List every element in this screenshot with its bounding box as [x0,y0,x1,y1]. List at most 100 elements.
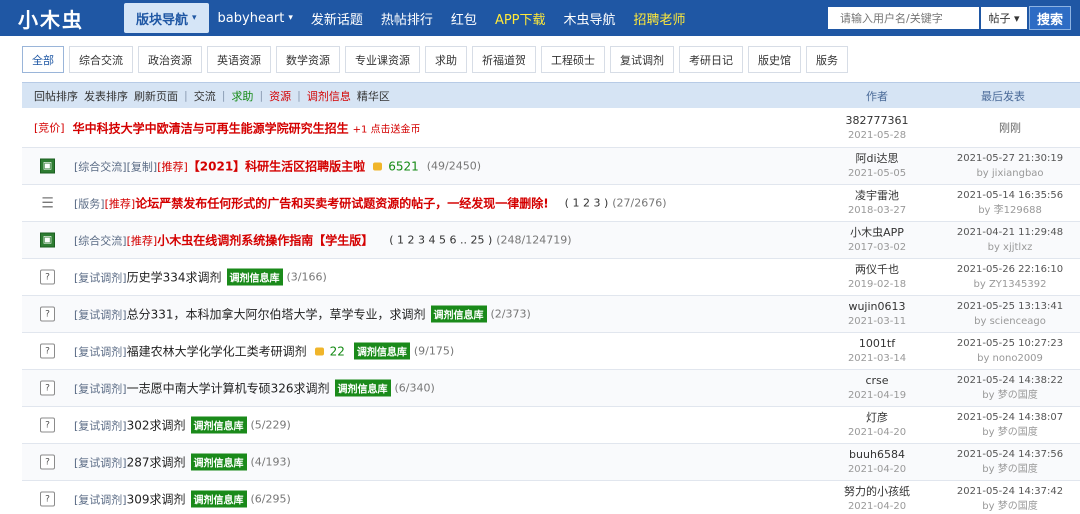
thread-row[interactable]: ? [复试调剂] 福建农林大学化学化工类考研调剂 22 调剂信息库 (9/175) 1001… [22,333,1080,370]
category-tag[interactable]: [复试调剂] [74,491,127,507]
search-type-select[interactable]: 帖子 ▾ [981,7,1027,29]
category-tab[interactable]: 求助 [425,46,467,73]
last-post-user[interactable]: by scienceago [942,314,1078,329]
category-tag[interactable]: [复试调剂] [74,417,127,433]
last-post-time[interactable]: 2021-05-14 16:35:56 [942,188,1078,203]
last-post-time[interactable]: 2021-05-25 13:13:41 [942,299,1078,314]
last-post-user[interactable]: by ZY1345392 [942,277,1078,292]
last-post-user[interactable]: by 梦の国度 [942,425,1078,440]
category-tab[interactable]: 数学资源 [276,46,340,73]
nav-item[interactable]: 木虫导航 [555,0,625,36]
thread-title[interactable]: 小木虫在线调剂系统操作指南【学生版】 [157,232,373,249]
last-post-user[interactable]: by 梦の国度 [942,388,1078,403]
category-tab[interactable]: 政治资源 [138,46,202,73]
thread-title[interactable]: 福建农林大学化学化工类考研调剂 [127,343,307,360]
author-name[interactable]: wujin0613 [812,299,942,314]
last-post-time[interactable]: 2021-05-24 14:38:07 [942,410,1078,425]
category-tab[interactable]: 考研日记 [679,46,743,73]
category-tag[interactable]: [复试调剂] [74,454,127,470]
tiaoji-badge[interactable]: 调剂信息库 [190,453,247,471]
last-post-user[interactable]: by xjjtlxz [942,240,1078,255]
thread-title[interactable]: 历史学334求调剂 [127,269,222,286]
thread-row[interactable]: ? [复试调剂] 287求调剂 调剂信息库 (4/193) buuh6584 2021-04… [22,444,1080,481]
tiaoji-badge[interactable]: 调剂信息库 [226,268,283,286]
thread-row[interactable]: ? [复试调剂] 309求调剂 调剂信息库 (6/295) 努力的小孩纸 2021-04-2… [22,481,1080,514]
last-post-time[interactable]: 2021-05-24 14:38:22 [942,373,1078,388]
filter-ziyuan[interactable]: 资源 [269,88,291,104]
author-name[interactable]: 凌宇雷池 [812,188,942,203]
author-name[interactable]: crse [812,373,942,388]
promo-extra[interactable]: +1 点击送金币 [353,120,421,135]
search-input[interactable] [828,7,979,29]
last-post-time[interactable]: 2021-05-24 14:37:42 [942,484,1078,499]
last-post-time[interactable]: 2021-05-27 21:30:19 [942,151,1078,166]
filter-tiaoji[interactable]: 调剂信息 [307,88,351,104]
thread-title[interactable]: 一志愿中南大学计算机专硕326求调剂 [127,380,330,397]
thread-row[interactable]: ? [复试调剂] 一志愿中南大学计算机专硕326求调剂 调剂信息库 (6/340) crs… [22,370,1080,407]
filter-qiuzhu[interactable]: 求助 [231,88,253,104]
thread-title[interactable]: 309求调剂 [127,491,186,508]
thread-title[interactable]: 论坛严禁发布任何形式的广告和买卖考研试题资源的帖子，一经发现一律删除! [135,195,548,212]
author-name[interactable]: 努力的小孩纸 [812,484,942,499]
thread-title[interactable]: 华中科技大学中欧清洁与可再生能源学院研究生招生 [73,119,349,136]
thread-title[interactable]: 总分331，本科加拿大阿尔伯塔大学，草学专业，求调剂 [127,306,426,323]
category-tag[interactable]: [综合交流] [74,232,127,248]
tiaoji-badge[interactable]: 调剂信息库 [190,416,247,434]
last-post-time[interactable]: 2021-04-21 11:29:48 [942,225,1078,240]
thread-row[interactable]: ? [复试调剂] 302求调剂 调剂信息库 (5/229) 灯彦 2021-04-20 202… [22,407,1080,444]
category-tab[interactable]: 综合交流 [69,46,133,73]
last-post-user[interactable]: by 李129688 [942,203,1078,218]
category-tag[interactable]: [版务] [74,195,105,211]
category-tab[interactable]: 版务 [806,46,848,73]
sort-by-post[interactable]: 发表排序 [84,88,128,104]
category-tab[interactable]: 工程硕士 [541,46,605,73]
filter-jiaoliu[interactable]: 交流 [194,88,216,104]
thread-row[interactable]: ? [复试调剂] 总分331，本科加拿大阿尔伯塔大学，草学专业，求调剂 调剂信息库 (2… [22,296,1080,333]
thread-row[interactable]: ▣ [综合交流] [推荐] 小木虫在线调剂系统操作指南【学生版】 ( 1 2 3 4 5… [22,222,1080,259]
category-tag[interactable]: [复试调剂] [74,306,127,322]
last-post-user[interactable]: by nono2009 [942,351,1078,366]
page-links[interactable]: ( 1 2 3 4 5 6 .. 25 ) [389,234,492,247]
author-name[interactable]: 阿di达思 [812,151,942,166]
tiaoji-badge[interactable]: 调剂信息库 [430,305,487,323]
nav-item[interactable]: 版块导航 ▾ [124,3,209,33]
tiaoji-badge[interactable]: 调剂信息库 [334,379,391,397]
page-links[interactable]: ( 1 2 3 ) [565,197,609,210]
author-name[interactable]: 灯彦 [812,410,942,425]
thread-row[interactable]: ☰ [版务] [推荐] 论坛严禁发布任何形式的广告和买卖考研试题资源的帖子，一经发现一… [22,185,1080,222]
author-name[interactable]: 小木虫APP [812,225,942,240]
category-tab[interactable]: 复试调剂 [610,46,674,73]
filter-jinghua[interactable]: 精华区 [357,88,390,104]
tiaoji-badge[interactable]: 调剂信息库 [353,342,410,360]
author-name[interactable]: 两仪千也 [812,262,942,277]
category-tag[interactable]: [复试调剂] [74,269,127,285]
nav-item[interactable]: babyheart ▾ [209,0,302,36]
last-post-user[interactable]: by 梦の国度 [942,462,1078,477]
thread-title[interactable]: 【2021】科研生活区招聘版主啦 [188,158,365,175]
nav-item[interactable]: 红包 [442,0,486,36]
last-post-time[interactable]: 2021-05-25 10:27:23 [942,336,1078,351]
tiaoji-badge[interactable]: 调剂信息库 [190,490,247,508]
thread-title[interactable]: 287求调剂 [127,454,186,471]
last-post-user[interactable]: by 梦の国度 [942,499,1078,514]
last-post-user[interactable]: by jixiangbao [942,166,1078,181]
last-post-time[interactable]: 2021-05-24 14:37:56 [942,447,1078,462]
promoted-row[interactable]: [竞价] 华中科技大学中欧清洁与可再生能源学院研究生招生 +1 点击送金币 38… [22,108,1080,148]
category-tag[interactable]: [综合交流] [74,158,127,174]
author-name[interactable]: 1001tf [812,336,942,351]
category-tag[interactable]: [复试调剂] [74,343,127,359]
last-post-time[interactable]: 2021-05-26 22:16:10 [942,262,1078,277]
category-tab[interactable]: 英语资源 [207,46,271,73]
category-tag[interactable]: [复试调剂] [74,380,127,396]
category-tab[interactable]: 祈福道贺 [472,46,536,73]
nav-item[interactable]: 招聘老师 [625,0,695,36]
nav-item[interactable]: APP下载 [486,0,555,36]
search-button[interactable]: 搜索 [1029,6,1071,30]
thread-title[interactable]: 302求调剂 [127,417,186,434]
category-tab[interactable]: 全部 [22,46,64,73]
thread-row[interactable]: ? [复试调剂] 历史学334求调剂 调剂信息库 (3/166) 两仪千也 2019-02-… [22,259,1080,296]
category-tab[interactable]: 版史馆 [748,46,801,73]
category-tab[interactable]: 专业课资源 [345,46,420,73]
sort-by-reply[interactable]: 回帖排序 [34,88,78,104]
nav-item[interactable]: 热帖排行 [372,0,442,36]
